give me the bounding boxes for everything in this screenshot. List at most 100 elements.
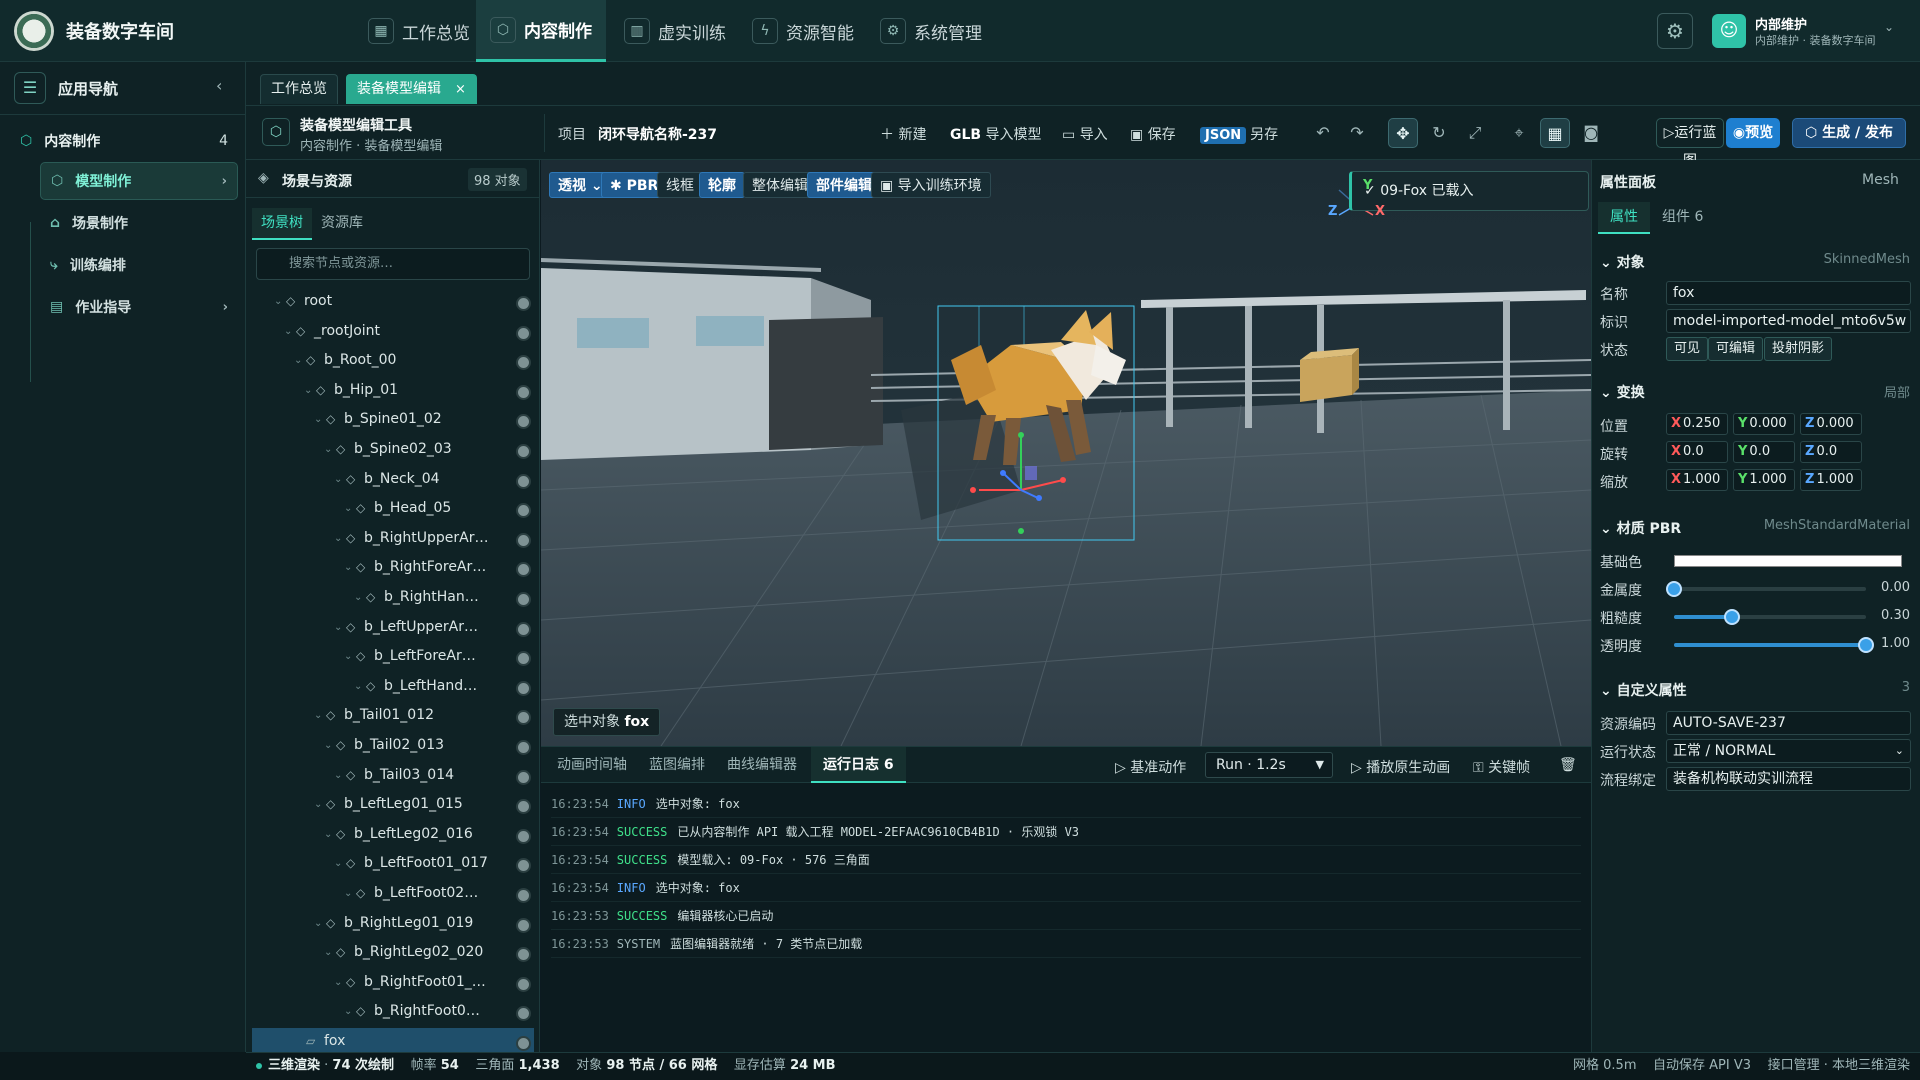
tab-run-log[interactable]: 运行日志 6 <box>811 747 906 783</box>
undo-icon[interactable]: ↶ <box>1308 118 1338 148</box>
tree-node[interactable]: ⌄ ◇ root <box>252 288 534 317</box>
chevron-down-icon[interactable]: ⌄ <box>1884 20 1894 34</box>
position-x-field[interactable]: X 0.250 <box>1666 413 1728 435</box>
rotation-x-field[interactable]: X 0.0 <box>1666 441 1728 463</box>
close-icon[interactable]: × <box>455 82 466 97</box>
visibility-icon[interactable] <box>518 653 529 665</box>
settings-icon[interactable]: ⚙ <box>1657 13 1693 49</box>
visibility-icon[interactable] <box>518 860 529 872</box>
roughness-slider[interactable] <box>1674 609 1866 625</box>
chevron-down-icon[interactable]: ⌄ <box>344 503 352 514</box>
chevron-down-icon[interactable]: ⌄ <box>274 296 282 307</box>
chevron-down-icon[interactable]: ⌄ <box>334 622 342 633</box>
tree-node[interactable]: ⌄ ◇ b_LeftFoot02… <box>252 880 534 909</box>
preview-button[interactable]: ◉预览 <box>1726 118 1780 148</box>
visibility-icon[interactable] <box>518 712 529 724</box>
view-outline-toggle[interactable]: 轮廓 <box>699 172 745 198</box>
scale-y-field[interactable]: Y 1.000 <box>1733 469 1795 491</box>
chevron-down-icon[interactable]: ⌄ <box>324 444 332 455</box>
tree-node[interactable]: ⌄ ◇ b_Root_00 <box>252 347 534 376</box>
slider-knob[interactable] <box>1723 609 1740 625</box>
chevron-down-icon[interactable]: ⌄ <box>314 918 322 929</box>
tab-model-editor[interactable]: 装备模型编辑 × <box>346 74 477 104</box>
visible-toggle[interactable]: 可见 <box>1666 337 1709 361</box>
visibility-icon[interactable] <box>518 919 529 931</box>
name-field[interactable]: fox <box>1666 281 1911 305</box>
position-y-field[interactable]: Y 0.000 <box>1733 413 1795 435</box>
nav-group-content[interactable]: ⬡ 内容制作 4 <box>10 124 238 158</box>
base-action-button[interactable]: ▷ 基准动作 <box>1115 757 1186 777</box>
user-name[interactable]: 内部维护 <box>1755 14 1807 33</box>
tree-node[interactable]: ⌄ ◇ b_Head_05 <box>252 495 534 524</box>
visibility-icon[interactable] <box>518 298 529 309</box>
collapse-icon[interactable]: ‹ <box>216 76 222 95</box>
chevron-down-icon[interactable]: ⌄ <box>344 562 352 573</box>
scale-z-field[interactable]: Z 1.000 <box>1800 469 1862 491</box>
visibility-icon[interactable] <box>518 742 529 753</box>
tab-properties[interactable]: 属性 <box>1598 202 1650 234</box>
move-icon[interactable]: ✥ <box>1388 118 1418 148</box>
rotation-y-field[interactable]: Y 0.0 <box>1733 441 1795 463</box>
part-edit-button[interactable]: 部件编辑 <box>807 172 881 198</box>
section-transform[interactable]: ⌄ 变换 <box>1600 382 1645 402</box>
search-input[interactable]: 搜索节点或资源… <box>256 248 530 280</box>
import-model-button[interactable]: GLB 导入模型 <box>950 124 1042 144</box>
chevron-down-icon[interactable]: ⌄ <box>334 977 342 988</box>
tab-overview[interactable]: 工作总览 <box>260 74 338 104</box>
grid-toggle-icon[interactable]: ▦ <box>1540 118 1570 148</box>
publish-button[interactable]: ⬡ 生成 / 发布 <box>1792 118 1906 148</box>
visibility-icon[interactable] <box>518 446 529 457</box>
visibility-icon[interactable] <box>518 386 529 398</box>
flow-field[interactable]: 装备机构联动实训流程 <box>1666 767 1911 791</box>
nav-item-guide[interactable]: ▤ 作业指导 › <box>40 288 238 326</box>
tab-scene-tree[interactable]: 场景树 <box>252 208 312 240</box>
visibility-icon[interactable] <box>518 534 529 546</box>
chevron-down-icon[interactable]: ⌄ <box>294 355 302 366</box>
chevron-down-icon[interactable]: ⌄ <box>324 947 332 958</box>
api-link[interactable]: 接口管理 <box>1768 1058 1820 1073</box>
chevron-down-icon[interactable]: ⌄ <box>344 888 352 899</box>
main-nav-overview[interactable]: ▦ 工作总览 <box>354 0 484 62</box>
tree-node[interactable]: ⌄ ◇ b_RightHan… <box>252 584 534 613</box>
main-nav-system[interactable]: ⚙ 系统管理 <box>866 0 996 62</box>
tree-node[interactable]: ⌄ ◇ b_Tail03_014 <box>252 762 534 791</box>
opacity-slider[interactable] <box>1674 637 1874 653</box>
nav-item-model[interactable]: ⬡ 模型制作 › <box>40 162 238 200</box>
run-blueprint-button[interactable]: ▷运行蓝图 <box>1656 118 1724 169</box>
tab-animation-timeline[interactable]: 动画时间轴 <box>545 747 639 783</box>
chevron-down-icon[interactable]: ⌄ <box>334 474 342 485</box>
project-name[interactable]: 闭环导航名称-237 <box>598 124 717 144</box>
chevron-down-icon[interactable]: ⌄ <box>314 710 322 721</box>
tree-node[interactable]: ⌄ ◇ _rootJoint <box>252 318 534 347</box>
visibility-icon[interactable] <box>518 1008 529 1020</box>
main-nav-resource[interactable]: ϟ 资源智能 <box>738 0 868 62</box>
tree-node[interactable]: ⌄ ◇ b_LeftForeAr… <box>252 643 534 672</box>
visibility-icon[interactable] <box>518 564 529 576</box>
tree-node[interactable]: ⌄ ◇ b_Neck_04 <box>252 466 534 495</box>
tree-node[interactable]: ⌄ ◇ b_RightFoot01_… <box>252 969 534 998</box>
tree-node[interactable]: ⌄ ◇ b_Hip_01 <box>252 377 534 406</box>
chevron-down-icon[interactable]: ⌄ <box>354 592 362 603</box>
visibility-icon[interactable] <box>518 801 529 813</box>
visibility-icon[interactable] <box>518 416 529 428</box>
scale-x-field[interactable]: X 1.000 <box>1666 469 1728 491</box>
tab-curve-editor[interactable]: 曲线编辑器 <box>715 747 809 783</box>
visibility-icon[interactable] <box>518 1038 529 1049</box>
tree-node[interactable]: ⌄ ◇ b_Tail01_012 <box>252 702 534 731</box>
slider-knob[interactable] <box>1858 637 1874 653</box>
tree-node[interactable]: ⌄ ◇ b_RightLeg02_020 <box>252 939 534 968</box>
asset-code-field[interactable]: AUTO-SAVE-237 <box>1666 711 1911 735</box>
rotate-icon[interactable]: ↻ <box>1424 118 1454 148</box>
tab-asset-library[interactable]: 资源库 <box>312 208 372 240</box>
chevron-down-icon[interactable]: ⌄ <box>284 326 292 337</box>
avatar[interactable]: ☺ <box>1712 14 1746 48</box>
nav-item-training[interactable]: ⤷ 训练编排 <box>40 246 238 284</box>
tree-node[interactable]: ⌄ ◇ b_RightFoot0… <box>252 998 534 1027</box>
section-material[interactable]: ⌄ 材质 PBR <box>1600 518 1681 538</box>
visibility-icon[interactable] <box>518 949 529 961</box>
view-wireframe-toggle[interactable]: 线框 <box>657 172 703 198</box>
nav-item-scene[interactable]: ⌂ 场景制作 <box>40 204 238 242</box>
tree-node[interactable]: ⌄ ◇ b_LeftLeg01_015 <box>252 791 534 820</box>
visibility-icon[interactable] <box>518 475 529 487</box>
visibility-icon[interactable] <box>518 682 529 694</box>
